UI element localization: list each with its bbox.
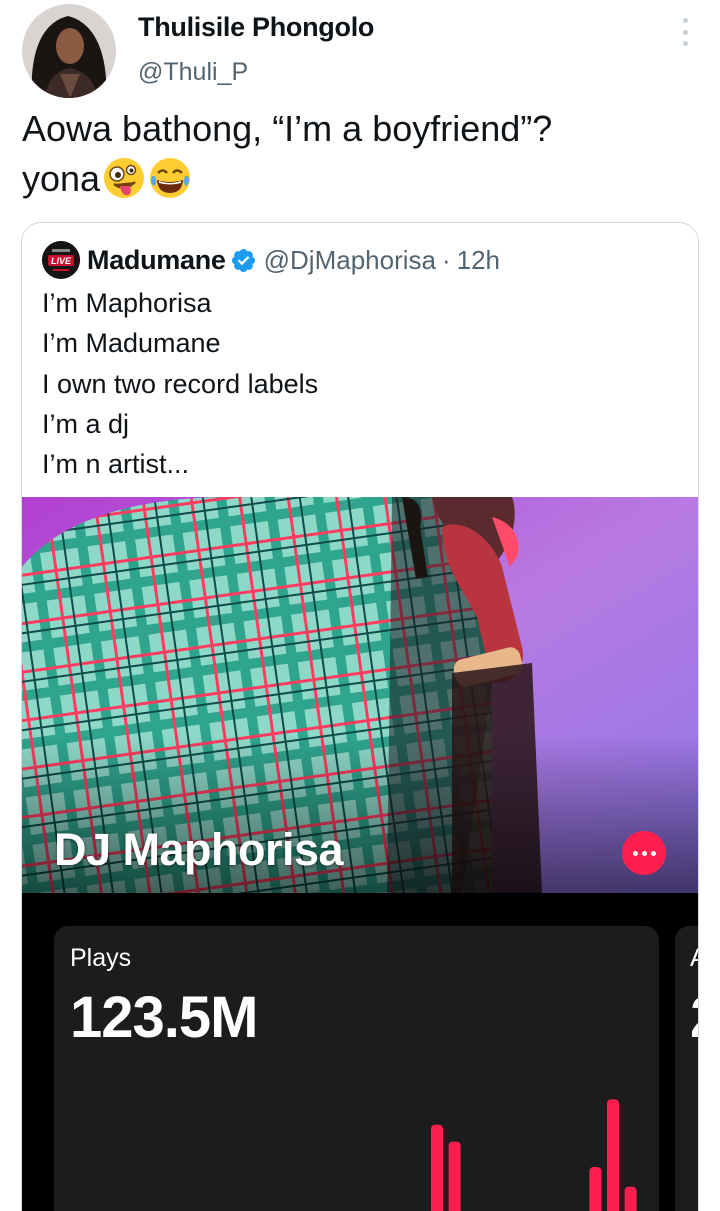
tweet-text-line: yona: [22, 154, 702, 204]
plays-bar: [431, 1124, 443, 1211]
plays-bar: [607, 1099, 619, 1211]
quoted-text-line: I own two record labels: [42, 368, 319, 399]
tears-of-joy-emoji-icon: [148, 156, 192, 200]
quoted-text-line: I’m n artist...: [42, 449, 190, 480]
plays-bar-chart: [431, 1099, 637, 1211]
quoted-author-avatar[interactable]: LIVE: [42, 241, 80, 279]
plays-bar: [589, 1167, 602, 1211]
artist-options-button[interactable]: [622, 831, 666, 875]
quoted-author-handle[interactable]: @DjMaphorisa: [264, 245, 436, 276]
plays-card: Plays 123.5M: [54, 926, 659, 1211]
stats-panel: Plays 123.5M A 2: [22, 893, 698, 1211]
next-stat-label: A: [690, 944, 698, 973]
quoted-text-line: I’m Maphorisa: [42, 288, 212, 318]
quoted-timestamp[interactable]: 12h: [457, 245, 500, 276]
quoted-text-line: I’m a dj: [42, 408, 130, 439]
quoted-author-name[interactable]: Madumane: [87, 245, 226, 276]
quoted-media[interactable]: DJ Maphorisa Plays 123.5M A 2: [22, 497, 698, 1211]
quoted-text-line: I’m Madumane: [42, 328, 221, 359]
tweet-text-word: yona: [22, 158, 101, 199]
quoted-tweet-text: I’m Maphorisa I’m Madumane I own two rec…: [42, 283, 318, 484]
verified-badge-icon: [231, 248, 255, 272]
quoted-tweet-header: LIVE Madumane @DjMaphorisa · 12h: [42, 241, 500, 279]
plays-bar: [624, 1186, 637, 1211]
author-handle[interactable]: @Thuli_P: [138, 58, 248, 87]
quoted-tweet-card[interactable]: LIVE Madumane @DjMaphorisa · 12h I’m Map…: [21, 222, 699, 1211]
next-stat-value: 2: [690, 984, 698, 1051]
plays-bar: [448, 1141, 461, 1211]
zany-face-emoji-icon: [102, 156, 146, 200]
svg-text:LIVE: LIVE: [51, 256, 72, 266]
author-name[interactable]: Thulisile Phongolo: [138, 12, 374, 43]
more-options-icon[interactable]: [680, 18, 690, 46]
tweet-text-line: Aowa bathong, “I’m a boyfriend”?: [22, 108, 553, 149]
artist-name: DJ Maphorisa: [54, 824, 344, 875]
tweet-text: Aowa bathong, “I’m a boyfriend”? yona: [22, 104, 702, 204]
author-avatar[interactable]: [22, 4, 116, 98]
separator-dot: ·: [441, 244, 451, 275]
tweet-header: Thulisile Phongolo @Thuli_P: [0, 0, 720, 110]
next-stat-card: A 2: [675, 926, 698, 1211]
